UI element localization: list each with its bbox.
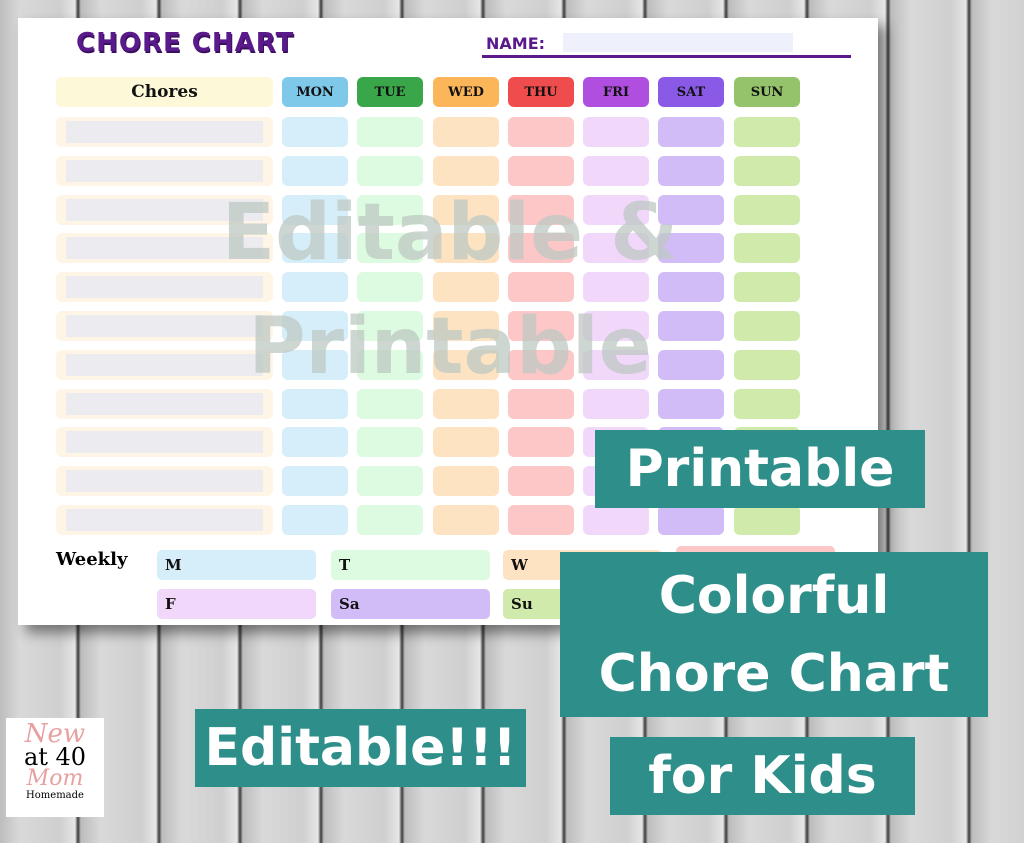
day-header-thu: THU [508,77,574,107]
logo-at40: at 40 [23,743,87,771]
check-cell-mon[interactable] [282,388,348,419]
logo-homemade: Homemade [26,790,84,801]
check-cell-thu[interactable] [508,505,574,535]
check-cell-sat[interactable] [658,155,724,186]
brand-logo: New at 40 Mom Homemade [6,718,104,817]
logo-mom: Mom [26,766,84,791]
day-header-sat: SAT [658,77,724,107]
banner-editable: Editable!!! [195,709,526,787]
chore-name-field[interactable] [56,466,273,497]
day-header-tue: TUE [357,77,423,107]
banner-for-kids: for Kids [610,737,915,815]
day-header-fri: FRI [583,77,649,107]
check-cell-fri[interactable] [583,155,649,186]
check-cell-sun[interactable] [734,388,800,419]
chore-name-field[interactable] [56,388,273,419]
weekly-field[interactable]: Sa [331,589,490,619]
check-cell-tue[interactable] [357,505,423,535]
day-header-wed: WED [433,77,499,107]
weekly-field[interactable]: F [157,589,316,619]
watermark-line-1: Editable & [221,188,679,278]
chore-name-field[interactable] [56,505,273,535]
check-cell-sat[interactable] [658,505,724,535]
check-cell-sat[interactable] [658,388,724,419]
check-cell-thu[interactable] [508,388,574,419]
chore-name-field[interactable] [56,117,273,147]
check-cell-mon[interactable] [282,505,348,535]
check-cell-tue[interactable] [357,117,423,147]
check-cell-wed[interactable] [433,117,499,147]
banner-chore-chart: Chore Chart [598,643,950,704]
check-cell-sun[interactable] [734,117,800,147]
chore-name-input[interactable] [66,159,263,182]
weekly-label: Weekly [56,549,128,570]
check-cell-thu[interactable] [508,466,574,497]
chore-name-field[interactable] [56,155,273,186]
chore-name-input[interactable] [66,276,263,299]
check-cell-sun[interactable] [734,505,800,535]
name-underline [482,55,851,58]
check-cell-mon[interactable] [282,155,348,186]
day-header-mon: MON [282,77,348,107]
check-cell-fri[interactable] [583,388,649,419]
check-cell-tue[interactable] [357,466,423,497]
check-cell-thu[interactable] [508,117,574,147]
check-cell-wed[interactable] [433,505,499,535]
check-cell-wed[interactable] [433,427,499,458]
check-cell-fri[interactable] [583,505,649,535]
check-cell-thu[interactable] [508,427,574,458]
banner-colorful: Colorful [658,565,890,626]
check-cell-wed[interactable] [433,388,499,419]
chore-name-input[interactable] [66,431,263,454]
check-cell-sun[interactable] [734,155,800,186]
chore-name-input[interactable] [66,470,263,493]
chart-title: CHORE CHART [76,28,295,58]
chores-header: Chores [56,77,273,107]
check-cell-thu[interactable] [508,155,574,186]
watermark-line-2: Printable [248,302,652,392]
weekly-field[interactable]: M [157,550,316,580]
chore-name-input[interactable] [66,509,263,531]
check-cell-mon[interactable] [282,117,348,147]
check-cell-tue[interactable] [357,427,423,458]
chore-name-field[interactable] [56,427,273,458]
check-cell-tue[interactable] [357,388,423,419]
chore-name-input[interactable] [66,121,263,143]
banner-printable: Printable [595,430,925,508]
check-cell-wed[interactable] [433,155,499,186]
banner-colorful-chore-chart: Colorful Chore Chart [560,552,988,717]
check-cell-fri[interactable] [583,117,649,147]
check-cell-tue[interactable] [357,155,423,186]
name-label: NAME: [486,34,546,53]
chore-name-input[interactable] [66,392,263,415]
check-cell-wed[interactable] [433,466,499,497]
weekly-field[interactable]: T [331,550,490,580]
day-header-sun: SUN [734,77,800,107]
name-field[interactable] [563,33,793,52]
check-cell-mon[interactable] [282,427,348,458]
check-cell-sat[interactable] [658,117,724,147]
check-cell-mon[interactable] [282,466,348,497]
